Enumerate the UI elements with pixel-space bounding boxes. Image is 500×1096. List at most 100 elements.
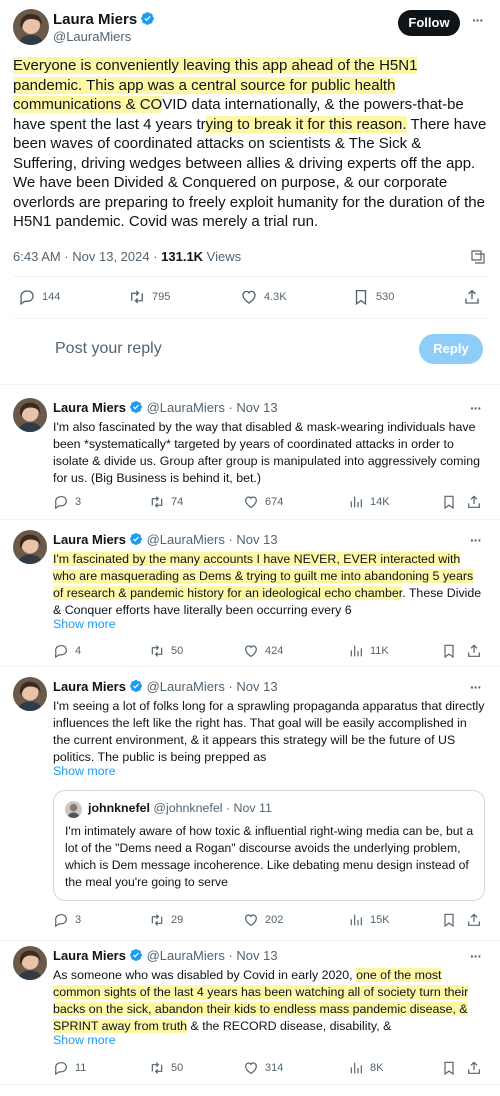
- author-handle[interactable]: @LauraMiers: [147, 400, 225, 415]
- avatar[interactable]: [13, 677, 47, 711]
- tweet-date[interactable]: Nov 13: [236, 400, 277, 415]
- author-name[interactable]: Laura Miers: [53, 679, 126, 694]
- reply-button[interactable]: Reply: [419, 334, 483, 364]
- more-options-icon[interactable]: ···: [470, 532, 482, 548]
- repost-action[interactable]: 795: [128, 288, 170, 306]
- reply-input[interactable]: Post your reply: [55, 340, 162, 358]
- bookmark-count: 530: [376, 291, 395, 303]
- author-handle[interactable]: @LauraMiers: [53, 29, 131, 44]
- avatar[interactable]: [13, 9, 49, 45]
- more-options-icon[interactable]: ···: [470, 948, 482, 964]
- bookmark-icon: [441, 1060, 457, 1076]
- like-action[interactable]: 424: [243, 643, 283, 659]
- like-action[interactable]: 314: [243, 1060, 283, 1076]
- reply-tweet[interactable]: Laura Miers @LauraMiers · Nov 13 ··· I'm…: [0, 520, 500, 667]
- views-action[interactable]: 8K: [348, 1060, 383, 1076]
- like-action[interactable]: 4.3K: [240, 288, 287, 306]
- bookmark-icon: [352, 288, 370, 306]
- views-action[interactable]: 14K: [348, 494, 390, 510]
- like-icon: [243, 912, 259, 928]
- tweet-text: I'm seeing a lot of folks long for a spr…: [53, 699, 485, 764]
- reply-action[interactable]: 3: [53, 912, 81, 928]
- author-name[interactable]: Laura Miers: [53, 11, 155, 28]
- tweet-text: I'm fascinated by the many accounts I ha…: [53, 551, 485, 619]
- more-options-icon[interactable]: ···: [472, 12, 484, 28]
- avatar[interactable]: [13, 398, 47, 432]
- reply-count: 4: [75, 645, 82, 657]
- share-action[interactable]: [466, 643, 488, 659]
- views-action[interactable]: 15K: [348, 912, 390, 928]
- tweet-text: I'm also fascinated by the way that disa…: [53, 420, 481, 485]
- share-action[interactable]: [466, 494, 488, 510]
- repost-action[interactable]: 50: [149, 1060, 183, 1076]
- author-name[interactable]: Laura Miers: [53, 400, 126, 415]
- share-icon: [466, 1060, 482, 1076]
- share-action[interactable]: [466, 1060, 488, 1076]
- repost-count: 74: [171, 496, 184, 508]
- reply-tweet[interactable]: Laura Miers @LauraMiers · Nov 13 ··· I'm…: [0, 386, 500, 520]
- share-icon: [466, 912, 482, 928]
- author-name-text[interactable]: Laura Miers: [53, 11, 137, 28]
- show-more-link[interactable]: Show more: [53, 617, 116, 631]
- tweet-text-highlight: I'm fascinated by the many accounts I ha…: [53, 552, 461, 583]
- like-count: 314: [265, 1062, 284, 1074]
- reply-action[interactable]: 144: [18, 288, 60, 306]
- more-options-icon[interactable]: ···: [470, 400, 482, 416]
- action-bar: 3 29 202 15K: [53, 912, 483, 930]
- reply-icon: [53, 1060, 69, 1076]
- bookmark-action[interactable]: [441, 643, 463, 659]
- repost-action[interactable]: 74: [149, 494, 183, 510]
- like-action[interactable]: 202: [243, 912, 283, 928]
- repost-icon: [128, 288, 146, 306]
- views-count: 15K: [370, 914, 390, 926]
- reply-composer: Post your reply Reply: [0, 320, 500, 380]
- show-more-link[interactable]: Show more: [53, 1033, 116, 1047]
- author-handle[interactable]: @LauraMiers: [147, 948, 225, 963]
- avatar[interactable]: [13, 530, 47, 564]
- more-options-icon[interactable]: ···: [470, 679, 482, 695]
- author-name: johnknefel: [88, 801, 150, 815]
- tweet-text-part: & the RECORD disease, disability, &: [187, 1019, 392, 1033]
- separator-dot: ·: [222, 801, 234, 815]
- reply-action[interactable]: 3: [53, 494, 81, 510]
- tweet-date[interactable]: Nov 13: [236, 679, 277, 694]
- timestamp[interactable]: 6:43 AM · Nov 13, 2024 ·: [13, 249, 161, 264]
- views-action[interactable]: 11K: [348, 643, 389, 659]
- bookmark-action[interactable]: 530: [352, 288, 394, 306]
- verified-badge-icon: [129, 400, 143, 414]
- bookmark-action[interactable]: [441, 494, 463, 510]
- avatar[interactable]: [13, 946, 47, 980]
- repost-count: 795: [152, 291, 171, 303]
- tweet-header: Laura Miers @LauraMiers · Nov 13: [53, 532, 278, 547]
- author-name[interactable]: Laura Miers: [53, 948, 126, 963]
- bookmark-action[interactable]: [441, 912, 463, 928]
- action-bar: 3 74 674 14K: [53, 494, 483, 512]
- like-count: 424: [265, 645, 284, 657]
- repost-count: 50: [171, 1062, 184, 1074]
- bookmark-action[interactable]: [441, 1060, 463, 1076]
- repost-action[interactable]: 50: [149, 643, 183, 659]
- repost-action[interactable]: 29: [149, 912, 183, 928]
- like-action[interactable]: 674: [243, 494, 283, 510]
- like-icon: [243, 643, 259, 659]
- share-action[interactable]: [463, 288, 487, 306]
- tweet-date[interactable]: Nov 13: [236, 532, 277, 547]
- author-handle[interactable]: @LauraMiers: [147, 532, 225, 547]
- tweet-date[interactable]: Nov 13: [236, 948, 277, 963]
- reply-count: 3: [75, 914, 82, 926]
- reply-action[interactable]: 11: [53, 1060, 86, 1076]
- reply-action[interactable]: 4: [53, 643, 81, 659]
- share-action[interactable]: [466, 912, 488, 928]
- reply-icon: [53, 494, 69, 510]
- grok-analytics-icon[interactable]: [469, 248, 487, 266]
- reply-tweet[interactable]: Laura Miers @LauraMiers · Nov 13 ··· As …: [0, 941, 500, 1085]
- follow-button[interactable]: Follow: [398, 10, 460, 36]
- show-more-link[interactable]: Show more: [53, 764, 116, 778]
- author-name[interactable]: Laura Miers: [53, 532, 126, 547]
- quoted-tweet[interactable]: johnknefel @johnknefel · Nov 11 I'm inti…: [53, 790, 485, 901]
- reply-tweet[interactable]: Laura Miers @LauraMiers · Nov 13 ··· I'm…: [0, 667, 500, 941]
- repost-count: 29: [171, 914, 184, 926]
- tweet-header: Laura Miers @LauraMiers · Nov 13: [53, 400, 278, 415]
- avatar[interactable]: [65, 801, 82, 818]
- author-handle[interactable]: @LauraMiers: [147, 679, 225, 694]
